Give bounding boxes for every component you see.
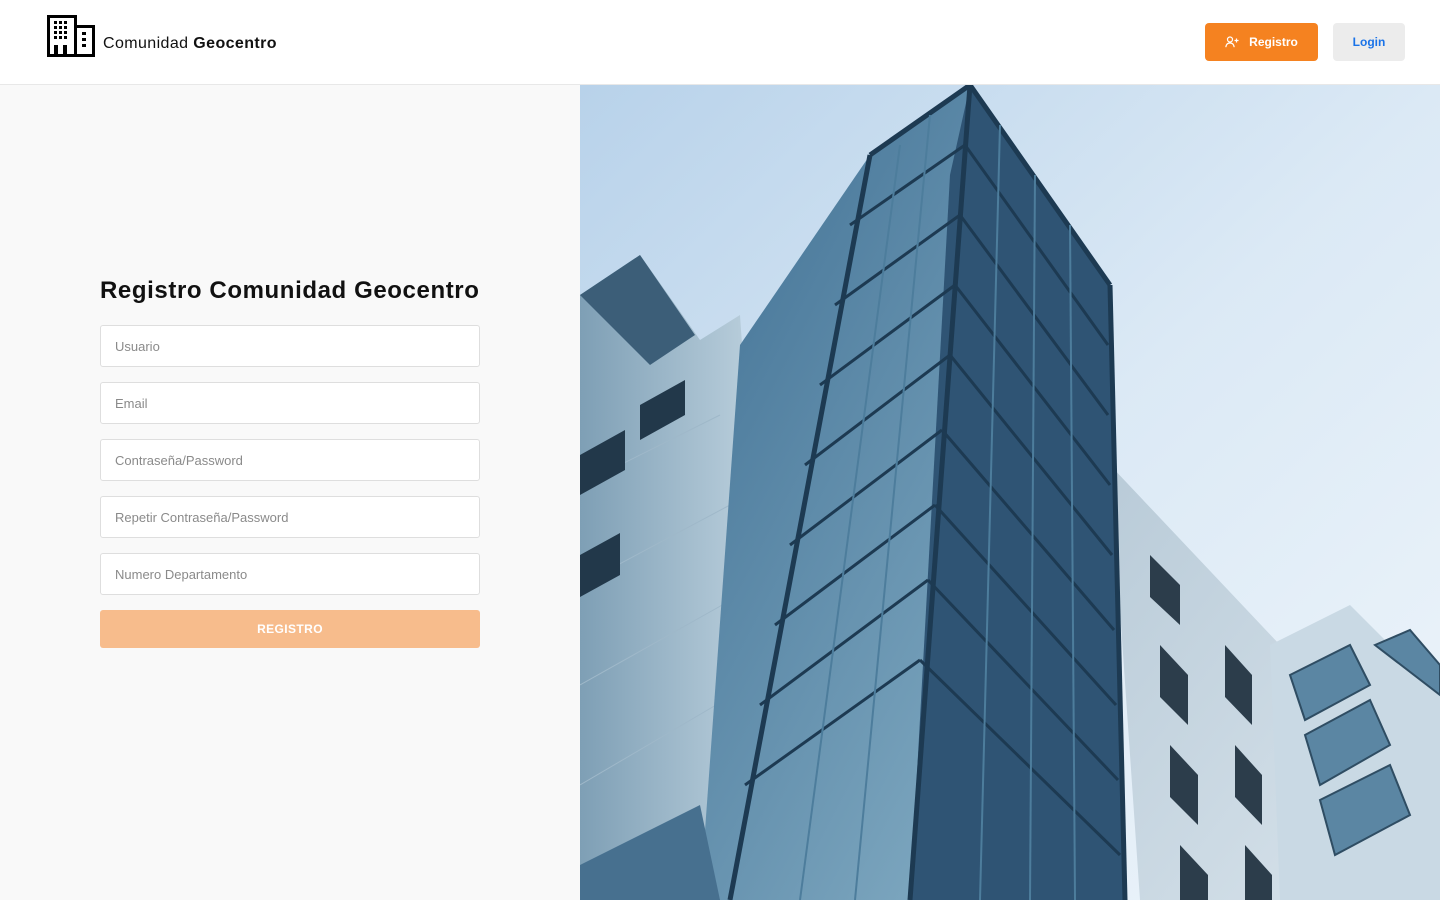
building-photo [580,85,1440,900]
building-icon [47,15,95,57]
register-submit-button[interactable]: REGISTRO [100,610,480,648]
username-input[interactable] [100,325,480,367]
top-nav: Comunidad Geocentro Registro Login [0,0,1440,85]
brand-prefix: Comunidad [103,35,189,52]
registration-panel: Registro Comunidad Geocentro REGISTRO [0,85,580,900]
form-title: Registro Comunidad Geocentro [100,277,480,304]
brand-text: Comunidad Geocentro [103,35,277,53]
register-nav-button[interactable]: Registro [1205,23,1318,61]
brand[interactable]: Comunidad Geocentro [47,15,277,57]
brand-name: Geocentro [193,35,277,52]
user-plus-icon [1225,36,1239,48]
password-input[interactable] [100,439,480,481]
register-nav-label: Registro [1249,35,1298,49]
email-input[interactable] [100,382,480,424]
department-number-input[interactable] [100,553,480,595]
repeat-password-input[interactable] [100,496,480,538]
building-photo-illustration [580,85,1440,900]
login-nav-button[interactable]: Login [1333,23,1405,61]
